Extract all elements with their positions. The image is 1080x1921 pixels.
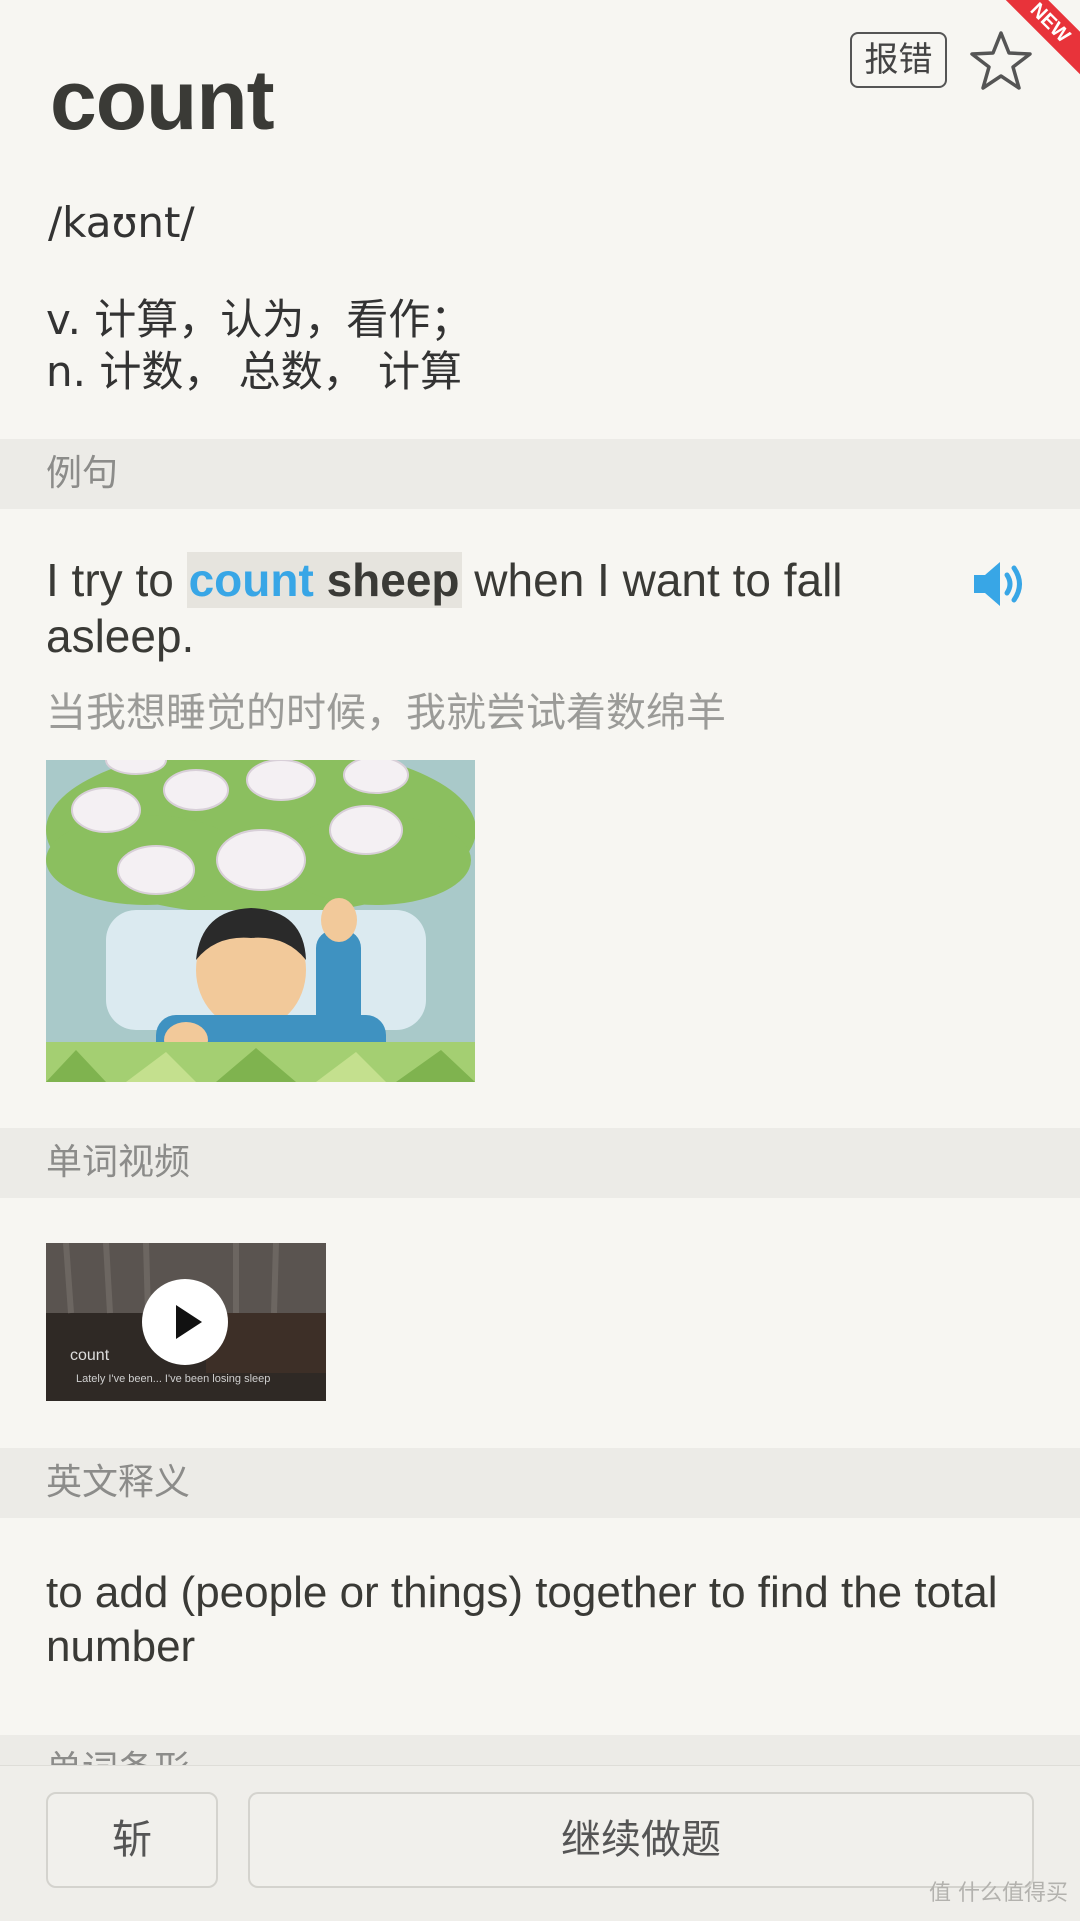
section-header-english-definition: 英文释义	[0, 1448, 1080, 1518]
sentence-highlight: count sheep	[186, 552, 462, 608]
video-subtitle: Lately I've been... I've been losing sle…	[76, 1373, 271, 1385]
section-header-video: 单词视频	[0, 1128, 1080, 1198]
star-icon[interactable]	[968, 28, 1034, 94]
phonetic: /kaʊnt/	[48, 198, 195, 247]
bottom-action-bar: 斩 继续做题 值 什么值得买	[0, 1765, 1080, 1921]
play-icon[interactable]	[142, 1279, 228, 1365]
word-title: count	[50, 53, 275, 147]
word-detail-screen: count 报错 NEW /kaʊnt/ v. 计算，认为，看作； n. 计数，…	[0, 0, 1080, 1921]
video-word-caption: count	[70, 1347, 110, 1364]
example-sentence: I try to count sheep when I want to fall…	[46, 552, 926, 664]
section-header-examples: 例句	[0, 439, 1080, 509]
continue-button[interactable]: 继续做题	[248, 1792, 1034, 1888]
example-translation: 当我想睡觉的时候，我就尝试着数绵羊	[46, 690, 726, 736]
kill-word-button[interactable]: 斩	[46, 1792, 218, 1888]
sentence-pre: I try to	[46, 554, 187, 606]
english-definition: to add (people or things) together to fi…	[46, 1568, 998, 1671]
sentence-highlight-word: count	[188, 554, 314, 606]
example-illustration	[46, 760, 475, 1082]
report-error-button[interactable]: 报错	[850, 32, 947, 88]
sentence-highlight-rest: sheep	[313, 554, 460, 606]
word-video-thumbnail[interactable]: count Lately I've been... I've been losi…	[46, 1243, 326, 1401]
definition-noun: n. 计数， 总数， 计算	[46, 347, 463, 396]
speaker-icon[interactable]	[972, 558, 1028, 610]
watermark: 值 什么值得买	[929, 1881, 1068, 1906]
